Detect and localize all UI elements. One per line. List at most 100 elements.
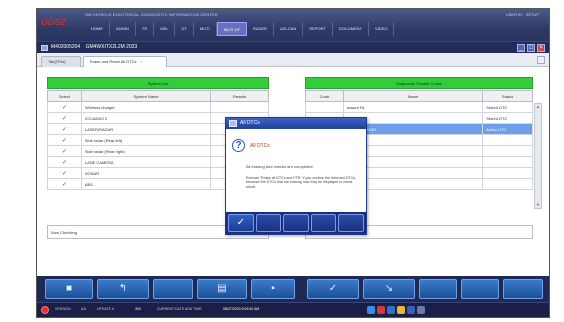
col-status: Status xyxy=(482,90,533,102)
col-select: Select xyxy=(47,90,82,102)
dialog-note: Execute "Erase all DTCs and FFD" if you … xyxy=(246,176,357,189)
check-icon: ✓ xyxy=(236,217,245,228)
home-button[interactable]: ■ xyxy=(45,279,93,299)
select-checkbox[interactable]: ✓ xyxy=(47,123,82,135)
tab-bar: Tab(ITHs) Erase and Reset All DTCs × xyxy=(37,53,549,67)
user-info[interactable]: USER ID · SETUP xyxy=(506,12,539,17)
tab-scroll-icon[interactable] xyxy=(537,56,545,64)
save-icon: ▪ xyxy=(271,283,275,294)
tab-close-icon[interactable]: × xyxy=(140,59,142,64)
system-name: SONAR xyxy=(80,167,212,179)
dtc-status: Stored DTC xyxy=(482,101,533,113)
menu-asi-can[interactable]: ASI-CAN xyxy=(274,22,304,36)
select-checkbox[interactable]: ✓ xyxy=(47,178,82,190)
dialog-heading: All DTCs xyxy=(250,143,270,149)
dtc-status: Stored DTC xyxy=(482,112,533,124)
back-button[interactable]: ↰ xyxy=(97,279,149,299)
table-row[interactable]: essure RL Stored DTC xyxy=(305,101,533,113)
folder-icon[interactable] xyxy=(397,306,405,314)
vehicle-id: M402005204 xyxy=(51,44,81,50)
version-value: 4.0 xyxy=(81,307,86,311)
select-checkbox[interactable]: ✓ xyxy=(47,101,82,113)
top-menu-bar: GDS2 GM VEHICLE ELECTRICAL DIAGNOSTIC IN… xyxy=(37,9,549,41)
dtc-scrollbar[interactable]: ▲ ▼ xyxy=(534,103,542,209)
scroll-up-icon[interactable]: ▲ xyxy=(535,104,541,110)
toolbar-button-10[interactable] xyxy=(503,279,543,299)
app-icon[interactable] xyxy=(407,306,415,314)
minimize-icon[interactable]: _ xyxy=(517,44,525,52)
print-button[interactable]: ▤ xyxy=(197,279,247,299)
dialog-button-5[interactable] xyxy=(338,214,364,232)
select-checkbox[interactable]: ✓ xyxy=(47,167,82,179)
dtc-code xyxy=(305,101,344,113)
start-icon[interactable] xyxy=(41,306,49,314)
dialog-button-3[interactable] xyxy=(283,214,309,232)
network-icon[interactable] xyxy=(367,306,375,314)
menu-muti[interactable]: MUTI xyxy=(194,22,217,36)
dtc-header-row: Code Name Status xyxy=(305,90,533,102)
tray-icons xyxy=(367,306,425,314)
system-name: LANE CAMERA xyxy=(80,156,212,168)
dialog-button-4[interactable] xyxy=(310,214,337,232)
dialog-title-bar: All DTCs xyxy=(226,118,366,129)
tab-erase-reset[interactable]: Erase and Reset All DTCs × xyxy=(83,56,167,67)
select-checkbox[interactable]: ✓ xyxy=(47,134,82,146)
update-label: UPDATE # xyxy=(97,307,114,311)
menu-dt[interactable]: DT xyxy=(175,22,194,36)
menu-video[interactable]: VIDEO xyxy=(369,22,395,36)
back-icon: ↰ xyxy=(118,283,128,294)
close-icon[interactable]: × xyxy=(537,44,545,52)
update-value: 300 xyxy=(135,307,141,311)
select-checkbox[interactable]: ✓ xyxy=(47,156,82,168)
cancel-icon: ↘ xyxy=(384,283,394,294)
question-icon: ? xyxy=(232,139,245,152)
dialog-button-2[interactable] xyxy=(255,214,282,232)
menu-admin[interactable]: ADMIN xyxy=(110,22,136,36)
dialog-title: All DTCs xyxy=(240,120,260,126)
dialog-ok-button[interactable]: ✓ xyxy=(228,214,254,232)
dtc-status: Active DTC xyxy=(482,123,533,135)
system-name: Side radar (Rear left) xyxy=(80,134,212,146)
tab-iths[interactable]: Tab(ITHs) xyxy=(41,56,81,67)
system-name: ABS xyxy=(80,178,212,190)
alert-icon[interactable] xyxy=(377,306,385,314)
all-dtcs-dialog: All DTCs ? All DTCs All erasing and chec… xyxy=(225,117,367,235)
dialog-button-bar: ✓ xyxy=(226,212,366,234)
tab-erase-reset-label: Erase and Reset All DTCs xyxy=(90,59,137,64)
menu-rader[interactable]: RADER xyxy=(247,22,275,36)
toolbar-button-8[interactable] xyxy=(419,279,457,299)
table-row[interactable]: ✓ Wireless charger xyxy=(47,101,269,113)
menu-home[interactable]: HOME xyxy=(85,22,110,36)
app-window: GDS2 GM VEHICLE ELECTRICAL DIAGNOSTIC IN… xyxy=(36,8,550,318)
select-checkbox[interactable]: ✓ xyxy=(47,145,82,157)
vehicle-model: GM4WXITX2L2M 2023 xyxy=(85,44,138,50)
maximize-icon[interactable]: □ xyxy=(527,44,535,52)
system-name: ICC/ADAS 2 xyxy=(80,112,212,124)
select-checkbox[interactable]: ✓ xyxy=(47,112,82,124)
bottom-toolbar: ■ ↰ ▤ ▪ ✓ ↘ xyxy=(37,276,549,302)
system-name: Side radar (Rear right) xyxy=(80,145,212,157)
menu-mel[interactable]: MEL xyxy=(154,22,176,36)
datetime-label: CURRENT DATE AND TIME xyxy=(157,307,202,311)
menu-document[interactable]: DOCUMENT xyxy=(333,22,370,36)
tray-icon[interactable] xyxy=(417,306,425,314)
scroll-down-icon[interactable]: ▼ xyxy=(535,202,541,208)
menu-tr[interactable]: TR xyxy=(136,22,155,36)
result-cell xyxy=(210,101,269,113)
system-name: LASER/RADAR xyxy=(80,123,212,135)
dtc-list-header: Diagnostic Trouble Codes xyxy=(305,77,533,89)
menu-report[interactable]: REPORT xyxy=(303,22,333,36)
main-menu: HOME ADMIN TR MEL DT MUTI MUTI-DF RADER … xyxy=(85,22,395,36)
system-list-header-row: Select System Name Results xyxy=(47,90,269,102)
cancel-button[interactable]: ↘ xyxy=(363,279,415,299)
menu-muti-df[interactable]: MUTI-DF xyxy=(216,22,248,36)
toolbar-button-9[interactable] xyxy=(461,279,499,299)
home-icon: ■ xyxy=(65,283,73,294)
ok-button[interactable]: ✓ xyxy=(307,279,359,299)
window-icon[interactable] xyxy=(387,306,395,314)
toolbar-button-3[interactable] xyxy=(153,279,193,299)
print-icon: ▤ xyxy=(217,283,227,294)
check-icon: ✓ xyxy=(328,283,338,294)
save-button[interactable]: ▪ xyxy=(251,279,295,299)
col-name: Name xyxy=(342,90,484,102)
